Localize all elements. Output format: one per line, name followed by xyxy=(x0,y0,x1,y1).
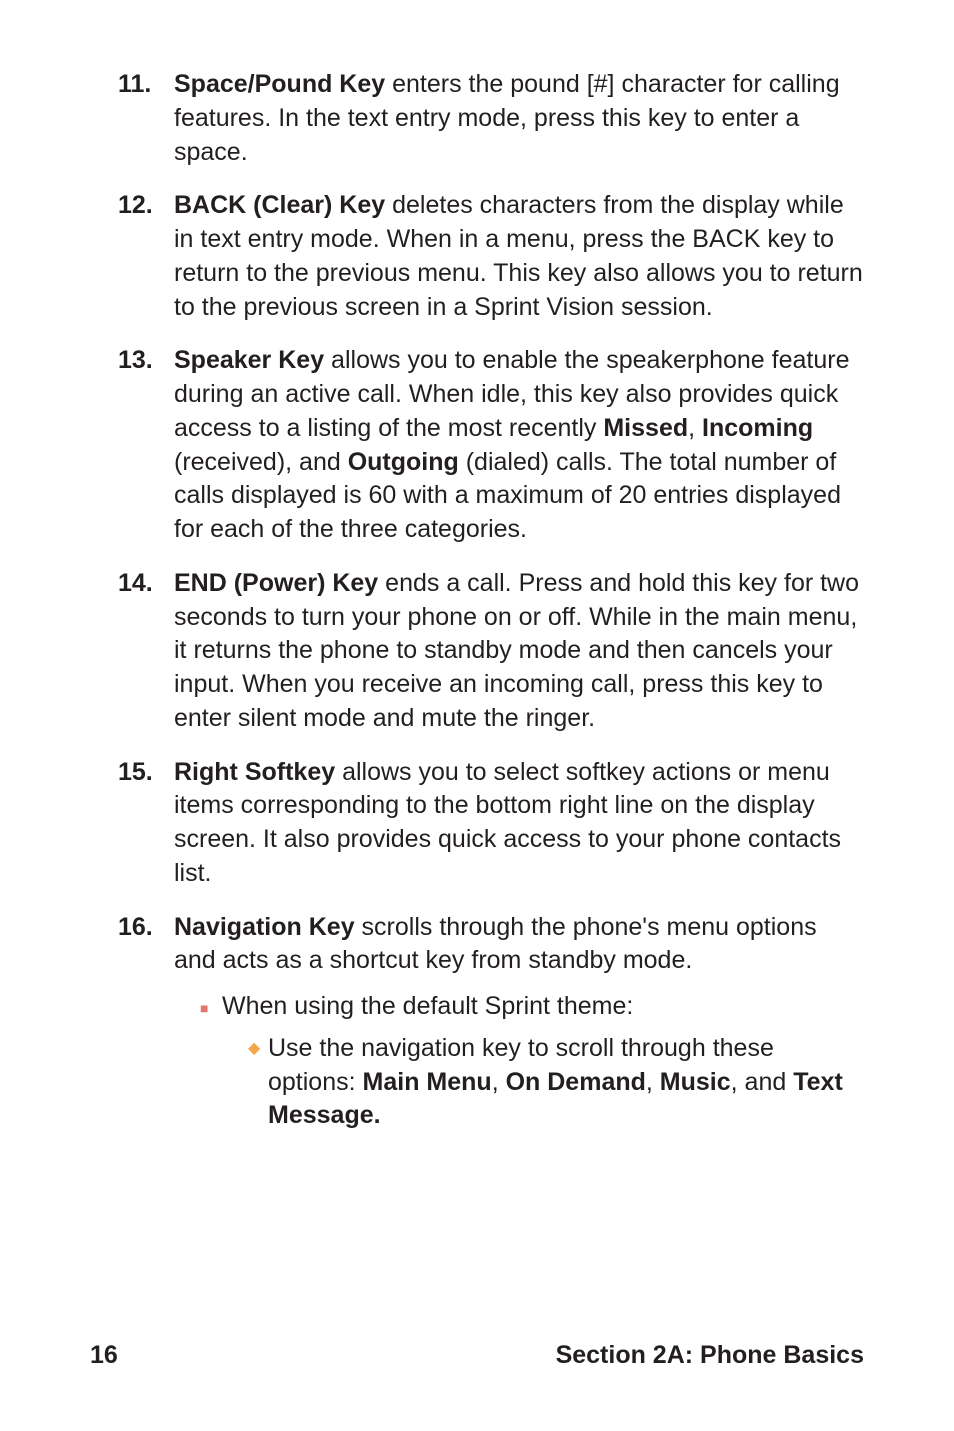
item-body: BACK (Clear) Key deletes characters from… xyxy=(174,189,864,324)
item-body: Space/Pound Key enters the pound [#] cha… xyxy=(174,68,864,169)
sub-bullet: ■ When using the default Sprint theme: ◆… xyxy=(200,990,864,1133)
item-number: 12. xyxy=(118,189,174,324)
page-footer: 16 Section 2A: Phone Basics xyxy=(90,1339,864,1373)
sub-bullet-text: When using the default Sprint theme: xyxy=(222,992,633,1020)
item-body: Navigation Key scrolls through the phone… xyxy=(174,911,864,1134)
item-number: 15. xyxy=(118,756,174,891)
item-term: Right Softkey xyxy=(174,758,335,786)
list-item: 11. Space/Pound Key enters the pound [#]… xyxy=(118,68,864,169)
page-number: 16 xyxy=(90,1339,118,1373)
item-body: Speaker Key allows you to enable the spe… xyxy=(174,344,864,547)
sub-sub-bullet-body: Use the navigation key to scroll through… xyxy=(268,1032,864,1133)
list-item: 15. Right Softkey allows you to select s… xyxy=(118,756,864,891)
item-text: , xyxy=(688,414,702,442)
item-number: 13. xyxy=(118,344,174,547)
diamond-bullet-icon: ◆ xyxy=(248,1032,268,1133)
sub-sub-text: , xyxy=(646,1068,660,1096)
item-number: 14. xyxy=(118,567,174,736)
sub-sub-text: , and xyxy=(731,1068,794,1096)
item-text: (received), and xyxy=(174,448,348,476)
section-title: Section 2A: Phone Basics xyxy=(556,1339,864,1373)
item-body: END (Power) Key ends a call. Press and h… xyxy=(174,567,864,736)
item-term: END (Power) Key xyxy=(174,569,378,597)
bold-text: Outgoing xyxy=(348,448,459,476)
sub-bullet-body: When using the default Sprint theme: ◆ U… xyxy=(222,990,864,1133)
bold-text: Incoming xyxy=(702,414,813,442)
item-term: BACK (Clear) Key xyxy=(174,191,385,219)
item-number: 11. xyxy=(118,68,174,169)
item-number: 16. xyxy=(118,911,174,1134)
item-body: Right Softkey allows you to select softk… xyxy=(174,756,864,891)
list-item: 16. Navigation Key scrolls through the p… xyxy=(118,911,864,1134)
list-item: 13. Speaker Key allows you to enable the… xyxy=(118,344,864,547)
square-bullet-icon: ■ xyxy=(200,990,222,1133)
sub-sub-text: , xyxy=(492,1068,506,1096)
item-term: Space/Pound Key xyxy=(174,70,385,98)
list-item: 14. END (Power) Key ends a call. Press a… xyxy=(118,567,864,736)
bold-text: On Demand xyxy=(506,1068,646,1096)
bold-text: Missed xyxy=(603,414,688,442)
item-term: Speaker Key xyxy=(174,346,324,374)
bold-text: Music xyxy=(660,1068,731,1096)
numbered-list: 11. Space/Pound Key enters the pound [#]… xyxy=(118,68,864,1133)
sub-sub-bullet: ◆ Use the navigation key to scroll throu… xyxy=(248,1032,864,1133)
item-term: Navigation Key xyxy=(174,913,355,941)
bold-text: Main Menu xyxy=(363,1068,492,1096)
list-item: 12. BACK (Clear) Key deletes characters … xyxy=(118,189,864,324)
